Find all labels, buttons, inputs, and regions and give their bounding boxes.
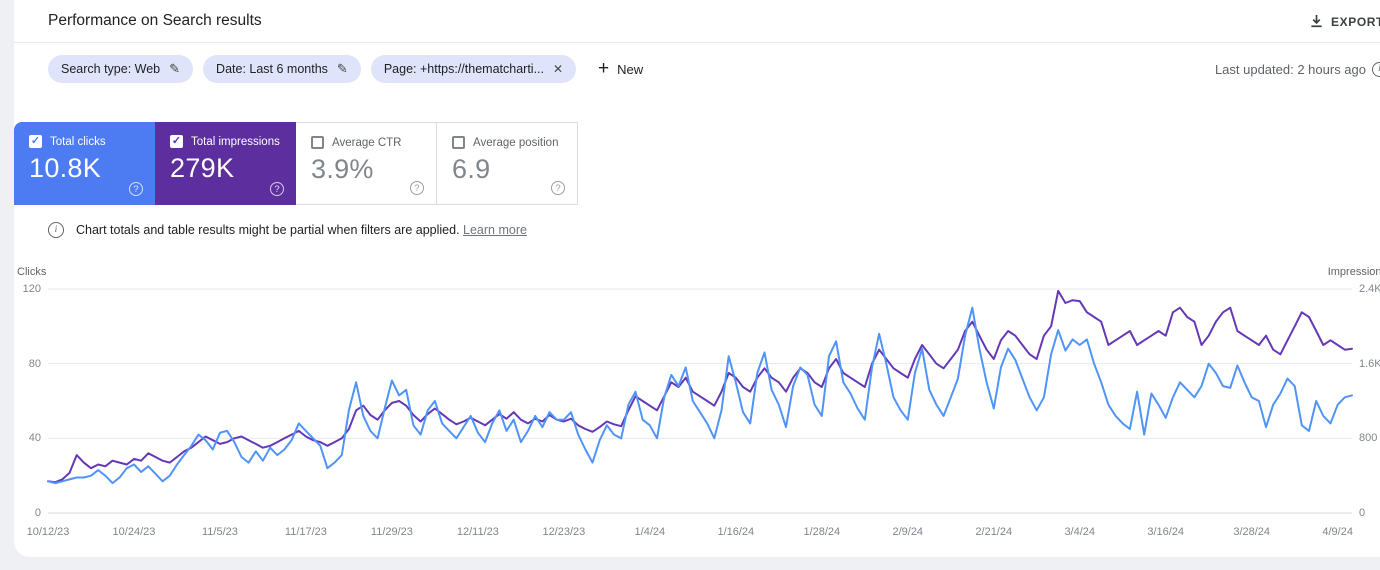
- edit-icon: ✎: [336, 61, 348, 76]
- performance-chart[interactable]: Clicks Impressions 10/12/2310/24/2311/5/…: [14, 264, 1380, 557]
- y-tick-clicks: 40: [28, 432, 41, 445]
- x-tick-date: 1/16/24: [717, 526, 755, 538]
- x-tick-date: 1/4/24: [634, 526, 666, 538]
- x-tick-date: 2/21/24: [975, 526, 1013, 538]
- line-total-impressions: [47, 289, 1353, 484]
- y-tick-clicks: 120: [22, 283, 41, 295]
- checkbox-average-position[interactable]: [452, 136, 465, 149]
- learn-more-link[interactable]: Learn more: [463, 223, 527, 237]
- metric-value: 10.8K: [29, 153, 102, 183]
- metric-label: Average CTR: [332, 136, 402, 149]
- filter-chip-page[interactable]: Page: +https://thematcharti... ✕: [370, 55, 577, 83]
- chart-canvas: [47, 288, 1353, 514]
- info-icon: i: [1372, 61, 1380, 77]
- export-label: EXPORT: [1331, 14, 1380, 29]
- metric-card-total-clicks[interactable]: ✓ Total clicks 10.8K ?: [14, 122, 155, 205]
- checkbox-total-impressions[interactable]: ✓: [170, 135, 183, 148]
- metric-label: Total impressions: [191, 135, 280, 148]
- partial-data-notice: i Chart totals and table results might b…: [48, 222, 1380, 238]
- chip-label: Search type: Web: [61, 62, 161, 76]
- info-icon: i: [48, 222, 64, 238]
- metric-card-average-position[interactable]: Average position 6.9 ?: [437, 122, 578, 205]
- last-updated: Last updated: 2 hours ago i: [1215, 43, 1380, 95]
- x-tick-date: 3/4/24: [1064, 526, 1096, 538]
- y-tick-impressions: 1.6K: [1359, 357, 1380, 370]
- x-tick-date: 11/5/23: [202, 526, 238, 538]
- header-bar: Performance on Search results EXPORT: [14, 0, 1380, 43]
- download-icon: [1311, 14, 1322, 28]
- x-tick-date: 10/12/23: [26, 526, 70, 538]
- metric-card-header: ✓ Total clicks: [29, 135, 155, 148]
- metric-label: Total clicks: [50, 135, 106, 148]
- filter-chip-date[interactable]: Date: Last 6 months ✎: [203, 55, 361, 83]
- x-tick-date: 2/9/24: [892, 526, 924, 538]
- x-tick-date: 3/16/24: [1147, 526, 1185, 538]
- metric-cards-row: ✓ Total clicks 10.8K ? ✓ Total impressio…: [14, 122, 1380, 205]
- metric-card-total-impressions[interactable]: ✓ Total impressions 279K ?: [155, 122, 296, 205]
- page-background: Performance on Search results EXPORT Sea…: [0, 0, 1380, 570]
- checkbox-total-clicks[interactable]: ✓: [29, 135, 42, 148]
- x-tick-date: 11/29/23: [370, 526, 413, 538]
- checkbox-average-ctr[interactable]: [311, 136, 324, 149]
- x-tick-date: 1/28/24: [803, 526, 841, 538]
- y-tick-impressions: 800: [1359, 432, 1378, 445]
- help-icon[interactable]: ?: [551, 181, 565, 195]
- notice-text: Chart totals and table results might be …: [76, 223, 527, 237]
- page-title: Performance on Search results: [48, 12, 262, 29]
- chip-label: Page: +https://thematcharti...: [383, 62, 544, 76]
- help-icon[interactable]: ?: [129, 182, 143, 196]
- y-tick-impressions: 2.4K: [1359, 283, 1380, 295]
- x-tick-date: 4/9/24: [1322, 526, 1353, 538]
- new-filter-label: New: [617, 61, 644, 77]
- close-icon[interactable]: ✕: [553, 62, 563, 76]
- filter-bar: Search type: Web ✎ Date: Last 6 months ✎…: [14, 43, 1380, 95]
- y-tick-impressions: 0: [1359, 507, 1366, 519]
- metric-card-header: Average position: [452, 136, 577, 149]
- metric-card-average-ctr[interactable]: Average CTR 3.9% ?: [296, 122, 437, 205]
- last-updated-text: Last updated: 2 hours ago: [1214, 61, 1366, 77]
- y-tick-clicks: 0: [34, 507, 41, 519]
- x-axis-labels: 10/12/23 10/24/23 11/5/23 11/17/23 11/29/23 1…: [14, 526, 1380, 540]
- edit-icon: ✎: [169, 61, 181, 76]
- metric-label: Average position: [473, 136, 559, 149]
- help-icon[interactable]: ?: [410, 181, 424, 195]
- x-tick-date: 3/28/24: [1233, 526, 1271, 538]
- new-filter-button[interactable]: + New: [598, 58, 644, 79]
- performance-panel: Performance on Search results EXPORT Sea…: [14, 0, 1380, 557]
- x-tick-date: 11/17/23: [284, 526, 327, 538]
- x-tick-date: 12/23/23: [542, 526, 586, 538]
- metric-value: 279K: [170, 153, 235, 183]
- help-icon[interactable]: ?: [270, 182, 284, 196]
- metric-card-header: ✓ Total impressions: [170, 135, 296, 148]
- check-icon: ✓: [30, 135, 41, 147]
- metric-card-header: Average CTR: [311, 136, 436, 149]
- x-tick-date: 10/24/23: [112, 526, 156, 538]
- y-tick-clicks: 80: [28, 357, 41, 370]
- export-button[interactable]: EXPORT: [1309, 0, 1380, 43]
- filter-chip-search-type[interactable]: Search type: Web ✎: [48, 55, 194, 83]
- x-tick-date: 12/11/23: [456, 526, 499, 538]
- check-icon: ✓: [171, 135, 182, 147]
- chip-label: Date: Last 6 months: [216, 62, 328, 76]
- plus-icon: +: [598, 58, 610, 79]
